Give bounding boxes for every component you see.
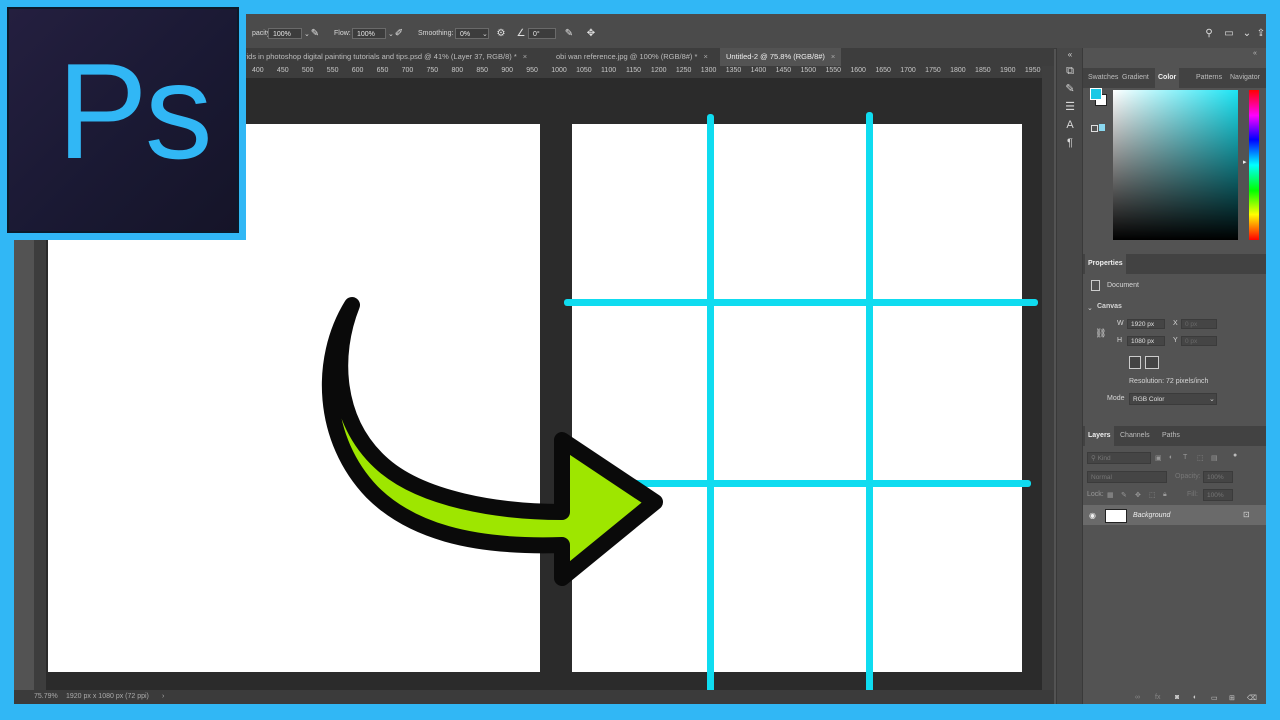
photoshop-logo: Ps [0, 0, 246, 240]
logo-text: Ps [57, 35, 213, 187]
curved-arrow-icon [321, 297, 663, 586]
logo-badge: Ps [7, 7, 239, 233]
